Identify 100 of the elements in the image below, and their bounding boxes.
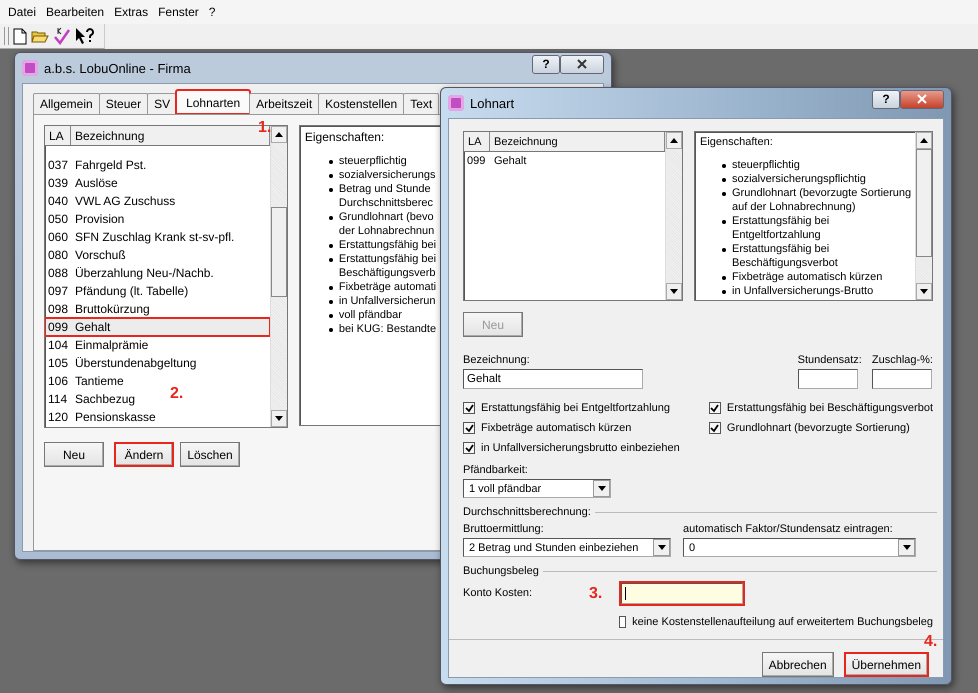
close-icon (917, 94, 927, 104)
factor-dropdown[interactable]: 0 (683, 538, 916, 557)
list-row[interactable]: 099 Gehalt (45, 318, 270, 336)
property-item: Grundlohnart (bevorzugte Sortierung auf der Lohnabrechnung) (732, 186, 912, 214)
property-item: steuerpflichtig (338, 154, 407, 168)
account-field[interactable] (621, 582, 743, 604)
checkbox[interactable] (463, 402, 475, 414)
tab[interactable]: Text (403, 93, 440, 114)
list-row[interactable]: 040 VWL AG Zuschuss (45, 192, 180, 210)
property-item: Fixbeträge automatisch kürzen (732, 270, 882, 284)
action-button[interactable]: Ändern (114, 442, 174, 467)
action-button[interactable]: Neu (44, 442, 104, 467)
list-row[interactable]: 098 Bruttokürzung (45, 300, 154, 318)
property-item: bei KUG: Bestandte (338, 322, 436, 336)
up-arrow-icon (670, 138, 678, 143)
column-header[interactable]: LA (464, 132, 490, 151)
field-label: automatisch Faktor/Stundensatz eintragen: (683, 522, 894, 536)
step-number: 3. (589, 585, 602, 603)
close-button[interactable] (560, 54, 604, 74)
checkbox[interactable] (463, 422, 475, 434)
name-field[interactable]: Gehalt (463, 369, 643, 389)
list-row[interactable]: 088 Überzahlung Neu-/Nachb. (45, 264, 218, 282)
new-document-icon[interactable] (13, 28, 27, 44)
list-row[interactable]: 050 Provision (45, 210, 128, 228)
bullet-icon (328, 188, 333, 192)
field-label: Bezeichnung: (463, 353, 531, 367)
field-label: Pfändbarkeit: (463, 463, 529, 477)
menu-item[interactable]: Datei (3, 5, 42, 19)
property-item: Erstattungsfähig bei Entgeltfortzahlung (732, 214, 830, 242)
window-title: a.b.s. LobuOnline - Firma (44, 60, 191, 76)
step-number: 2. (170, 385, 184, 403)
list-row[interactable]: 037 Fahrgeld Pst. (45, 156, 150, 174)
tab[interactable]: Arbeitszeit (249, 93, 320, 114)
property-item: Erstattungsfähig bei Beschäftigungsverbot (732, 242, 838, 270)
checkbox-label: keine Kostenstellenaufteilung auf erweitertem Buchungsbeleg (632, 616, 933, 628)
list-row[interactable]: 060 SFN Zuschlag Krank st-sv-pfl. (45, 228, 238, 246)
help-button[interactable]: ? (532, 54, 560, 74)
list-row[interactable]: 080 Vorschuß (45, 246, 130, 264)
scrollbar[interactable] (665, 132, 682, 300)
bullet-icon (328, 286, 333, 290)
properties-heading: Eigenschaften: (700, 136, 773, 148)
dialog-button[interactable]: Abbrechen (762, 652, 834, 677)
section-heading: Buchungsbeleg (463, 565, 539, 577)
checkbox-label: Grundlohnart (bevorzugte Sortierung) (726, 422, 910, 434)
tab[interactable]: Lohnarten (176, 90, 250, 114)
menu-item[interactable]: Extras (109, 5, 154, 19)
menu-item[interactable]: ? (204, 5, 220, 19)
property-item: in Unfallversicherun (338, 294, 436, 308)
bullet-icon (328, 258, 333, 262)
tab[interactable]: Allgemein (33, 93, 100, 114)
checkmark-icon[interactable] (53, 27, 71, 45)
list-row[interactable]: 099 Gehalt (464, 152, 530, 170)
bullet-icon (328, 160, 333, 164)
list-row[interactable]: 106 Tantieme (45, 372, 128, 390)
bullet-icon (722, 178, 726, 182)
list-row[interactable]: 114 Sachbezug (45, 390, 140, 408)
field-label: Zuschlag-%: (872, 353, 933, 367)
checkbox[interactable] (463, 442, 475, 454)
field-label: Stundensatz: (798, 353, 862, 367)
property-item: Erstattungsfähig bei Beschäftigungsverb (338, 252, 436, 280)
app-icon (22, 60, 38, 76)
checkbox[interactable] (708, 422, 721, 434)
list-row[interactable]: 039 Auslöse (45, 174, 122, 192)
checkbox[interactable] (708, 402, 721, 414)
dropdown-arrow-icon (598, 486, 606, 491)
property-item: sozialversicherungs (338, 168, 436, 182)
close-button[interactable] (900, 90, 944, 108)
bullet-icon (722, 192, 726, 196)
step-number: 4. (924, 633, 938, 651)
open-folder-icon[interactable] (31, 28, 49, 44)
hourly-rate-field[interactable] (798, 369, 858, 389)
field-label: Konto Kosten: (463, 587, 532, 599)
section-heading: Durchschnittsberechnung: (463, 506, 591, 518)
column-header[interactable]: LA (45, 126, 71, 145)
bullet-icon (722, 164, 726, 168)
menu-item[interactable]: Fenster (153, 5, 204, 19)
surcharge-field[interactable] (872, 369, 932, 389)
list-row[interactable]: 097 Pfändung (lt. Tabelle) (45, 282, 192, 300)
property-item: Grundlohnart (bevo der Lohnabrechnun (338, 210, 434, 238)
menu-item[interactable]: Bearbeiten (41, 5, 110, 19)
property-item: sozialversicherungspflichtig (732, 172, 866, 186)
list-row[interactable]: 120 Pensionskasse (45, 408, 160, 426)
bullet-icon (328, 244, 333, 248)
checkbox[interactable] (619, 616, 626, 628)
gross-calculation-dropdown[interactable]: 2 Betrag und Stunden einbeziehen (463, 538, 671, 557)
garnishment-dropdown[interactable]: 1 voll pfändbar (463, 479, 611, 498)
checkbox-label: Fixbeträge automatisch kürzen (481, 422, 632, 434)
scrollbar[interactable] (270, 126, 287, 427)
scrollbar[interactable] (915, 132, 932, 300)
checkbox-label: Erstattungsfähig bei Entgeltfortzahlung (481, 402, 670, 414)
action-button[interactable]: Löschen (180, 442, 240, 467)
app-icon (448, 95, 464, 111)
list-row[interactable]: 104 Einmalprämie (45, 336, 152, 354)
help-button[interactable]: ? (872, 90, 900, 108)
dialog-button[interactable]: Übernehmen (844, 652, 929, 677)
list-row[interactable]: 105 Überstundenabgeltung (45, 354, 200, 372)
bullet-icon (722, 220, 726, 224)
checkbox-label: in Unfallversicherungsbrutto einbeziehen (481, 442, 680, 454)
help-pointer-icon[interactable] (75, 27, 95, 45)
field-label: Bruttoermittlung: (463, 522, 545, 536)
